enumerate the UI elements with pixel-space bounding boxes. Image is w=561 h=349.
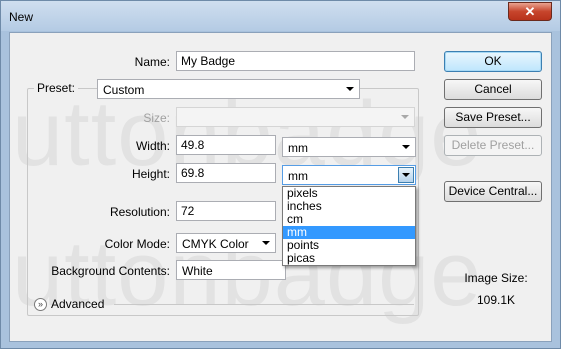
preset-label: Preset:	[34, 81, 79, 95]
close-icon: ✕	[524, 4, 536, 19]
device-central-button[interactable]: Device Central...	[444, 181, 542, 202]
image-size-value: 109.1K	[476, 293, 516, 307]
advanced-toggle[interactable]: Advanced	[51, 297, 104, 311]
width-unit-select[interactable]: mm	[282, 137, 416, 157]
resolution-label: Resolution:	[109, 205, 170, 219]
height-unit-select[interactable]: mm	[282, 165, 416, 185]
name-label: Name:	[134, 55, 170, 69]
delete-preset-button: Delete Preset...	[444, 135, 542, 156]
save-preset-button[interactable]: Save Preset...	[444, 107, 542, 128]
height-unit-value: mm	[288, 169, 308, 183]
dialog-body: uttonbadge uttonbadge Name: My Badge Pre…	[9, 32, 552, 342]
unit-option[interactable]: picas	[283, 252, 415, 265]
height-input[interactable]: 69.8	[176, 163, 276, 183]
background-contents-label: Background Contents:	[51, 264, 170, 278]
size-select	[176, 107, 415, 127]
dialog-window: New ✕ uttonbadge uttonbadge Name: My Bad…	[0, 0, 561, 349]
chevron-down-icon	[346, 87, 354, 91]
color-mode-label: Color Mode:	[104, 237, 170, 251]
unit-dropdown-list: pixels inches cm mm points picas	[282, 186, 416, 266]
size-label: Size:	[143, 111, 170, 125]
preset-value: Custom	[103, 83, 145, 97]
chevron-down-icon	[262, 241, 270, 245]
preset-select[interactable]: Custom	[97, 79, 360, 99]
advanced-divider	[114, 304, 414, 305]
close-button[interactable]: ✕	[508, 2, 552, 21]
chevron-down-icon	[402, 173, 410, 177]
image-size-label: Image Size:	[464, 271, 528, 285]
window-title: New	[9, 10, 34, 24]
ok-button[interactable]: OK	[444, 51, 542, 72]
background-contents-select[interactable]: White	[176, 260, 286, 280]
dropdown-button[interactable]	[398, 167, 414, 183]
chevron-down-icon	[401, 115, 409, 119]
width-unit-value: mm	[288, 141, 308, 155]
color-mode-select[interactable]: CMYK Color	[176, 233, 276, 253]
height-label: Height:	[131, 167, 170, 181]
color-mode-value: CMYK Color	[182, 237, 249, 251]
width-label: Width:	[135, 139, 170, 153]
name-input[interactable]: My Badge	[176, 51, 415, 71]
chevron-down-icon	[402, 145, 410, 149]
width-input[interactable]: 49.8	[176, 135, 276, 155]
resolution-input[interactable]: 72	[176, 201, 276, 221]
cancel-button[interactable]: Cancel	[444, 79, 542, 100]
chevron-double-down-icon[interactable]: »	[34, 298, 47, 311]
title-bar[interactable]: New ✕	[1, 1, 560, 31]
background-contents-value: White	[182, 264, 213, 278]
